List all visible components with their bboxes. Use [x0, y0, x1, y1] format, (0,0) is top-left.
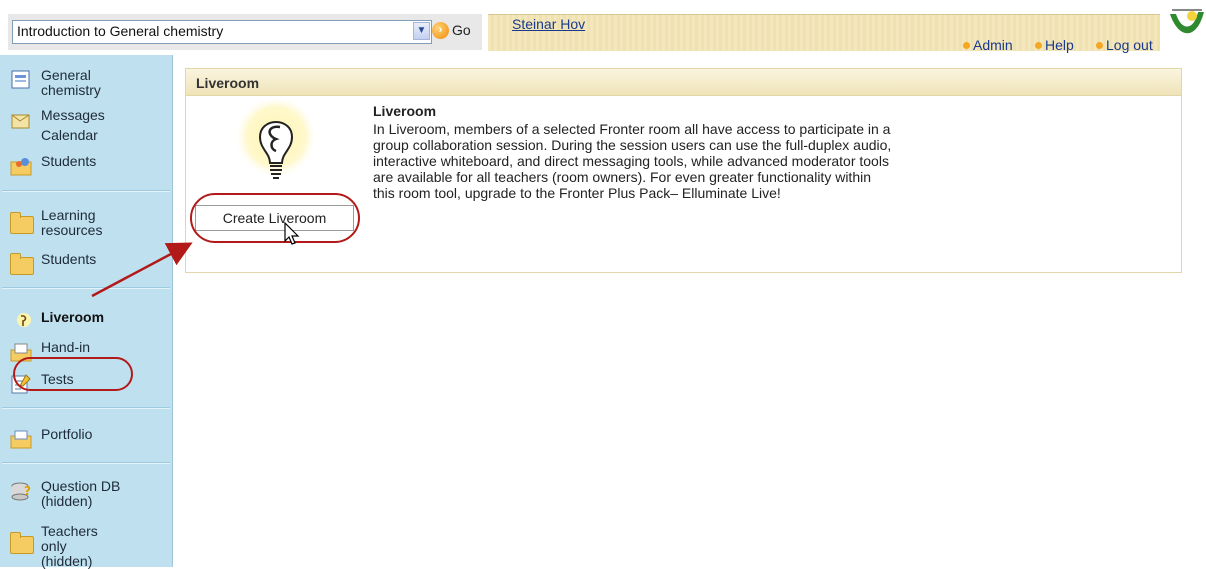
go-label: Go [452, 22, 471, 38]
sidebar-item-label: Students [41, 251, 97, 267]
help-link[interactable]: Help [1035, 37, 1074, 53]
liveroom-highlight-oval [13, 357, 133, 391]
portfolio-icon [10, 430, 32, 449]
lightbulb-icon [234, 99, 318, 183]
sidebar-item-label: General chemistry [41, 67, 101, 98]
sidebar-item-label: Liveroom [41, 309, 105, 325]
general-chemistry-icon [11, 70, 30, 89]
sidebar-item-teachers-only[interactable]: Teachers only (hidden) [10, 524, 119, 569]
room-select[interactable]: Introduction to General chemistry ▼ [12, 20, 432, 44]
sidebar-divider [2, 287, 170, 288]
question-db-icon: ? [11, 482, 31, 501]
go-arrow-icon: › [432, 21, 449, 39]
user-name-link[interactable]: Steinar Hov [512, 16, 585, 32]
sidebar-item-question-db[interactable]: ? Question DB (hidden) [10, 479, 121, 509]
room-select-value: Introduction to General chemistry [17, 23, 224, 39]
sidebar-item-label: Learning resources [41, 207, 103, 238]
description-text: In Liveroom, members of a selected Front… [373, 121, 892, 201]
user-bar: Steinar Hov Admin Help Log out [488, 14, 1160, 53]
folder-icon [10, 526, 34, 554]
sidebar-item-portfolio[interactable]: Portfolio [10, 427, 92, 449]
sidebar-item-students-folder[interactable]: Students [10, 251, 97, 275]
help-link-label: Help [1045, 37, 1074, 53]
folder-icon [10, 253, 34, 275]
logout-link[interactable]: Log out [1096, 37, 1153, 53]
room-selector-area: Introduction to General chemistry ▼ › Go [8, 14, 482, 50]
sidebar-item-students[interactable]: Students [10, 154, 96, 176]
sidebar-item-calendar[interactable]: Calendar [41, 128, 98, 143]
liveroom-icon [17, 313, 31, 327]
panel-header: Liveroom [186, 69, 1181, 96]
top-bar: Introduction to General chemistry ▼ › Go… [0, 0, 1206, 55]
panel-title: Liveroom [196, 75, 260, 91]
sidebar-item-label: Question DB (hidden) [41, 478, 121, 509]
description-title: Liveroom [373, 103, 437, 119]
sidebar-item-label: Calendar [41, 127, 98, 143]
sidebar-item-label: Teachers only (hidden) [41, 523, 98, 569]
sidebar-item-liveroom[interactable]: Liveroom [14, 310, 104, 332]
sidebar-item-learning-resources[interactable]: Learning resources [10, 208, 115, 238]
sidebar-divider [2, 190, 170, 191]
sidebar-divider [2, 407, 170, 408]
bullet-icon [963, 41, 970, 49]
sidebar-item-general-chemistry[interactable]: General chemistry [10, 68, 111, 98]
logout-link-label: Log out [1106, 37, 1153, 53]
folder-icon [10, 210, 34, 234]
admin-link[interactable]: Admin [963, 37, 1013, 53]
sidebar-item-label: Portfolio [41, 426, 93, 442]
svg-text:?: ? [24, 484, 31, 498]
students-icon [10, 158, 32, 176]
create-button-highlight-oval [190, 193, 360, 243]
sidebar-item-label: Hand-in [41, 339, 91, 355]
sidebar-item-label: Students [41, 153, 97, 169]
go-button[interactable]: › Go [432, 19, 471, 41]
sidebar-item-label: Messages [41, 107, 105, 123]
sidebar: General chemistry Messages Calendar Stud… [0, 55, 173, 569]
mouse-cursor-icon [284, 222, 300, 245]
liveroom-panel: Liveroom Create Liveroom Liveroom In Liv… [185, 68, 1182, 273]
bullet-icon [1035, 41, 1042, 49]
sidebar-divider [2, 462, 170, 463]
bullet-icon [1096, 41, 1103, 49]
chevron-down-icon[interactable]: ▼ [413, 22, 430, 40]
messages-icon [11, 114, 30, 129]
admin-link-label: Admin [973, 37, 1013, 53]
logo-icon [1170, 9, 1204, 34]
